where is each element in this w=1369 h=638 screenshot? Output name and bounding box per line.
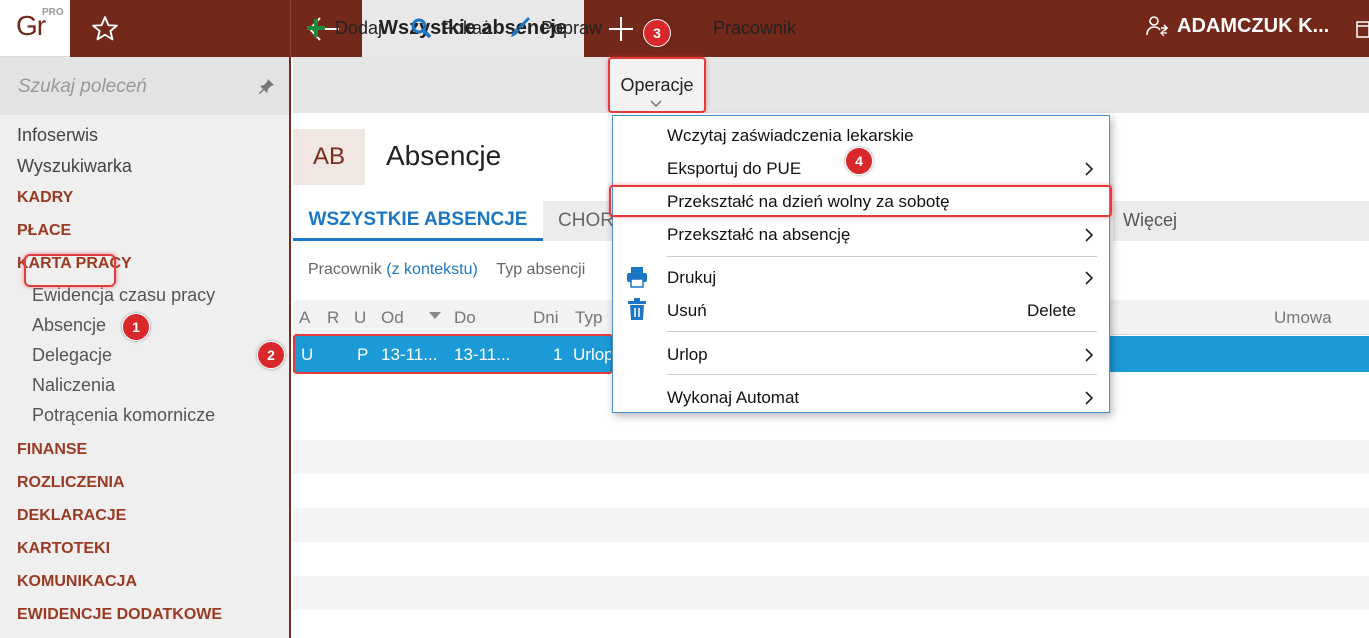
sidebar-item-potracenia[interactable]: Potrącenia komornicze <box>32 405 215 426</box>
sidebar-section-komunikacja[interactable]: KOMUNIKACJA <box>17 573 137 591</box>
search-placeholder: Szukaj poleceń <box>18 76 147 97</box>
sidebar-item-wyszukiwarka[interactable]: Wyszukiwarka <box>17 156 132 177</box>
trash-icon <box>628 298 646 320</box>
col-u[interactable]: U <box>354 308 366 328</box>
menu-item-highlight <box>609 185 1112 217</box>
col-do[interactable]: Do <box>454 308 476 328</box>
sidebar-item-ewidencja[interactable]: Ewidencja czasu pracy <box>32 285 215 306</box>
sidebar-item-naliczenia[interactable]: Naliczenia <box>32 375 115 396</box>
command-search[interactable]: Szukaj poleceń <box>0 57 289 115</box>
menu-item-convert-absence[interactable]: Przekształć na absencję <box>667 225 850 245</box>
sidebar: Szukaj poleceń Infoserwis Wyszukiwarka K… <box>0 57 291 638</box>
sidebar-section-finanse[interactable]: FINANSE <box>17 441 87 459</box>
menu-item-export-pue[interactable]: Eksportuj do PUE <box>667 159 801 179</box>
chevron-right-icon <box>1085 391 1094 405</box>
tab-more[interactable]: Więcej <box>1123 210 1177 231</box>
sidebar-section-place[interactable]: PŁACE <box>17 222 71 240</box>
filter-bar: Pracownik (z kontekstu) Typ absencji <box>308 261 585 279</box>
sort-desc-icon <box>429 312 441 319</box>
brush-icon <box>511 17 530 37</box>
col-od[interactable]: Od <box>381 308 404 328</box>
printer-icon <box>627 267 647 288</box>
chevron-right-icon <box>1085 228 1094 242</box>
menu-item-run-automat[interactable]: Wykonaj Automat <box>667 388 799 408</box>
sidebar-section-kadry[interactable]: KADRY <box>17 189 73 207</box>
step-badge-1: 1 <box>122 313 150 341</box>
chevron-right-icon <box>1085 348 1094 362</box>
new-tab-plus-icon[interactable] <box>606 14 636 44</box>
logo-badge: PRO <box>42 7 64 18</box>
filter-context-link[interactable]: (z kontekstu) <box>386 261 478 278</box>
topbar-divider <box>290 0 291 57</box>
chevron-right-icon <box>1085 271 1094 285</box>
app-logo[interactable]: Gr PRO <box>0 0 70 57</box>
sidebar-item-absencje[interactable]: Absencje <box>32 315 106 336</box>
step-badge-4: 4 <box>845 147 873 175</box>
show-label: Pokaż <box>441 17 492 38</box>
add-label: Dodaj <box>335 17 383 38</box>
employee-label: Pracownik <box>713 17 797 38</box>
col-dni[interactable]: Dni <box>533 308 559 328</box>
sidebar-section-kartoteki[interactable]: KARTOTEKI <box>17 540 110 558</box>
col-typ[interactable]: Typ <box>575 308 602 328</box>
magnifier-icon <box>411 18 432 39</box>
pin-icon[interactable] <box>258 77 276 95</box>
empty-row <box>293 440 1369 474</box>
page-title: Absencje <box>386 140 502 171</box>
filter-employee: Pracownik <box>308 261 382 278</box>
menu-divider <box>667 256 1097 257</box>
plus-icon <box>307 19 325 37</box>
sidebar-item-infoserwis[interactable]: Infoserwis <box>17 125 98 146</box>
absencje-highlight <box>24 254 116 287</box>
menu-item-print[interactable]: Drukuj <box>667 268 716 288</box>
favorite-star-icon[interactable] <box>90 14 120 44</box>
sidebar-section-deklaracje[interactable]: DEKLARACJE <box>17 507 126 525</box>
employee-button[interactable]: Pracownik <box>713 0 796 56</box>
col-umowa[interactable]: Umowa <box>1274 308 1332 328</box>
toolbar <box>293 57 1369 113</box>
row-highlight <box>293 334 613 374</box>
sidebar-item-delegacje[interactable]: Delegacje <box>32 345 112 366</box>
filter-type[interactable]: Typ absencji <box>496 261 585 278</box>
chevron-right-icon <box>1085 162 1094 176</box>
sidebar-section-rozliczenia[interactable]: ROZLICZENIA <box>17 474 125 492</box>
empty-row <box>293 576 1369 610</box>
tab-sick[interactable]: CHOR <box>543 201 614 241</box>
menu-item-delete[interactable]: Usuń <box>667 301 707 321</box>
chevron-down-icon <box>650 100 662 107</box>
logo-text: Gr <box>16 10 46 41</box>
user-name: ADAMCZUK K... <box>1177 14 1330 37</box>
menu-divider <box>667 374 1097 375</box>
user-switch-icon <box>1146 16 1169 37</box>
menu-item-leave[interactable]: Urlop <box>667 345 708 365</box>
show-button[interactable]: Pokaż <box>410 0 491 56</box>
module-tile: AB <box>293 129 365 185</box>
col-r[interactable]: R <box>327 308 339 328</box>
calendar-icon[interactable] <box>1356 20 1369 38</box>
menu-item-load-certificates[interactable]: Wczytaj zaświadczenia lekarskie <box>667 126 914 146</box>
edit-label: Popraw <box>541 17 603 38</box>
col-a[interactable]: A <box>299 308 310 328</box>
edit-button[interactable]: Popraw <box>510 0 602 56</box>
sidebar-section-ewidencje[interactable]: EWIDENCJE DODATKOWE <box>17 606 222 624</box>
menu-divider <box>667 331 1097 332</box>
delete-shortcut: Delete <box>1027 301 1077 320</box>
add-button[interactable]: Dodaj <box>306 0 382 56</box>
tab-all-absences-list[interactable]: WSZYSTKIE ABSENCJE <box>293 201 543 241</box>
step-badge-3: 3 <box>643 19 671 47</box>
empty-row <box>293 508 1369 542</box>
step-badge-2: 2 <box>257 341 285 369</box>
user-menu[interactable]: ADAMCZUK K... <box>1145 14 1329 38</box>
